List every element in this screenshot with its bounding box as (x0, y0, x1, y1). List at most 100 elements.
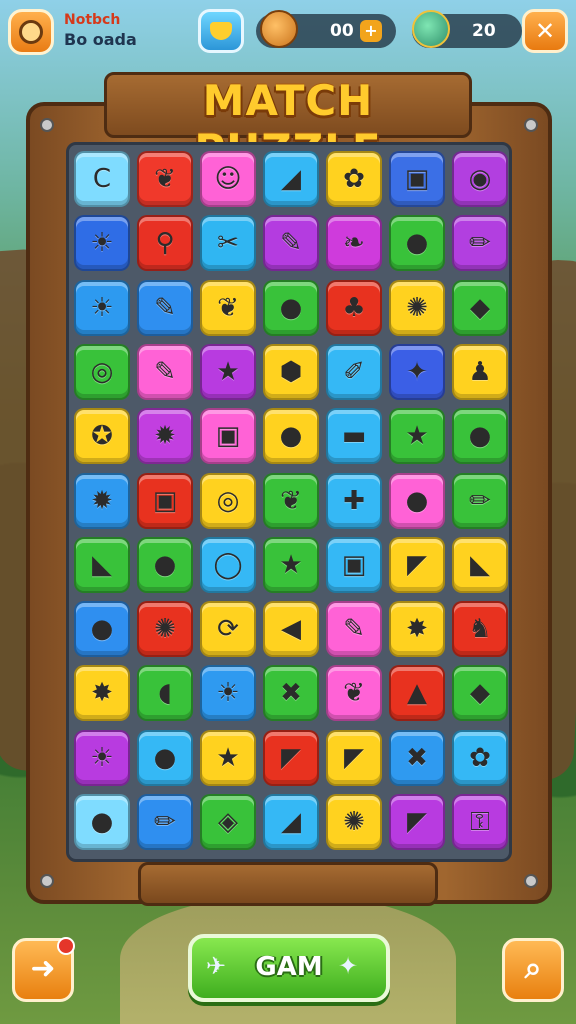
puzzle-tile[interactable]: ⬢ (263, 343, 319, 400)
puzzle-tile[interactable]: ● (74, 794, 130, 850)
puzzle-tile[interactable]: ◣ (74, 536, 130, 593)
game-button[interactable]: ✈ GAM ✦ (188, 934, 390, 1002)
puzzle-tile[interactable]: ◤ (263, 729, 319, 786)
puzzle-tile[interactable]: ⚲ (137, 215, 193, 272)
puzzle-tile[interactable]: ◢ (263, 794, 319, 850)
favorites-button[interactable] (198, 9, 244, 53)
puzzle-tile[interactable]: ◆ (452, 665, 508, 722)
puzzle-tile[interactable]: ◈ (200, 794, 256, 850)
puzzle-tile[interactable]: ✹ (74, 472, 130, 529)
puzzle-tile[interactable]: ✐ (326, 343, 382, 400)
puzzle-tile[interactable]: ◆ (452, 279, 508, 336)
puzzle-tile[interactable]: ▣ (200, 408, 256, 465)
puzzle-tile[interactable]: ❦ (326, 665, 382, 722)
puzzle-tile[interactable]: ✎ (137, 343, 193, 400)
puzzle-tile[interactable]: ✺ (137, 601, 193, 658)
badge-icon (19, 20, 43, 44)
bottom-plank (138, 862, 438, 906)
puzzle-tile[interactable]: ❧ (326, 215, 382, 272)
puzzle-tile[interactable]: ● (389, 472, 445, 529)
puzzle-tile[interactable]: ♣ (326, 279, 382, 336)
puzzle-tile[interactable]: ● (74, 601, 130, 658)
puzzle-tile[interactable]: ▣ (389, 151, 445, 207)
puzzle-tile[interactable]: ⟳ (200, 601, 256, 658)
puzzle-tile[interactable]: ● (389, 215, 445, 272)
puzzle-tile[interactable]: ★ (200, 729, 256, 786)
puzzle-tile[interactable]: ● (452, 408, 508, 465)
puzzle-tile[interactable]: ☀ (200, 665, 256, 722)
puzzle-tile[interactable]: C (74, 151, 130, 207)
link-icon: ⚲ (155, 228, 175, 259)
profile-badge-button[interactable] (8, 9, 54, 55)
puzzle-tile[interactable]: ☀ (74, 215, 130, 272)
puzzle-tile[interactable]: ✏ (137, 794, 193, 850)
puzzle-tile[interactable]: ♞ (452, 601, 508, 658)
notification-dot (57, 937, 75, 955)
add-coins-button[interactable]: + (360, 20, 382, 42)
robot-icon: ▣ (404, 164, 430, 194)
puzzle-tile[interactable]: ✿ (452, 729, 508, 786)
puzzle-tile[interactable]: ★ (200, 343, 256, 400)
puzzle-tile[interactable]: ◤ (389, 794, 445, 850)
puzzle-tile[interactable]: ✿ (326, 151, 382, 207)
puzzle-tile[interactable]: ☺ (200, 151, 256, 207)
puzzle-tile[interactable]: ◯ (200, 536, 256, 593)
puzzle-tile[interactable]: ☀ (74, 279, 130, 336)
puzzle-tile[interactable]: ✎ (137, 279, 193, 336)
back-button[interactable]: ➜ (12, 937, 75, 1002)
puzzle-tile[interactable]: ✺ (326, 794, 382, 850)
puzzle-tile[interactable]: ✪ (74, 408, 130, 465)
puzzle-tile[interactable]: ❦ (200, 279, 256, 336)
puzzle-tile[interactable]: ✂ (200, 215, 256, 272)
drop-icon: ● (279, 421, 303, 452)
puzzle-tile[interactable]: ❦ (137, 151, 193, 207)
puzzle-tile[interactable]: ✚ (326, 472, 382, 529)
drop-icon: ● (405, 228, 429, 259)
puzzle-tile[interactable]: ● (137, 729, 193, 786)
close-button[interactable]: ✕ (522, 9, 568, 53)
star-icon: ★ (216, 356, 240, 387)
puzzle-tile[interactable]: ★ (389, 408, 445, 465)
puzzle-tile[interactable]: ★ (263, 536, 319, 593)
puzzle-tile[interactable]: ▣ (137, 472, 193, 529)
star-icon: ★ (405, 421, 429, 452)
puzzle-tile[interactable]: ▬ (326, 408, 382, 465)
cross-icon: ✖ (406, 742, 428, 773)
puzzle-tile[interactable]: ◖ (137, 665, 193, 722)
puzzle-tile[interactable]: ✏ (452, 215, 508, 272)
puzzle-tile[interactable]: ✸ (389, 601, 445, 658)
fin-icon: ◀ (281, 614, 301, 645)
puzzle-tile[interactable]: ❦ (263, 472, 319, 529)
puzzle-tile[interactable]: ⚿ (452, 794, 508, 850)
puzzle-tile[interactable]: ✺ (389, 279, 445, 336)
puzzle-tile[interactable]: ● (263, 408, 319, 465)
puzzle-tile[interactable]: ✹ (137, 408, 193, 465)
puzzle-tile[interactable]: ☀ (74, 729, 130, 786)
puzzle-tile[interactable]: ✎ (326, 601, 382, 658)
puzzle-tile[interactable]: ◉ (452, 151, 508, 207)
pencil-icon: ✏ (469, 228, 491, 259)
puzzle-tile[interactable]: ✖ (389, 729, 445, 786)
puzzle-tile[interactable]: ◢ (263, 151, 319, 207)
puzzle-tile[interactable]: ◀ (263, 601, 319, 658)
puzzle-tile[interactable]: ◤ (389, 536, 445, 593)
puzzle-tile[interactable]: ♟ (452, 343, 508, 400)
puzzle-tile[interactable]: ✖ (263, 665, 319, 722)
heart-icon (210, 22, 232, 40)
puzzle-tile[interactable]: ▲ (389, 665, 445, 722)
figure-icon: ♟ (468, 356, 492, 387)
puzzle-tile[interactable]: ✎ (263, 215, 319, 272)
puzzle-tile[interactable]: ● (263, 279, 319, 336)
puzzle-tile[interactable]: ◣ (452, 536, 508, 593)
puzzle-tile[interactable]: ◤ (326, 729, 382, 786)
flower-icon: ✺ (406, 292, 428, 323)
puzzle-tile[interactable]: ◎ (74, 343, 130, 400)
key-icon: ⚿ (470, 807, 490, 837)
puzzle-tile[interactable]: ▣ (326, 536, 382, 593)
puzzle-tile[interactable]: ✸ (74, 665, 130, 722)
puzzle-tile[interactable]: ✦ (389, 343, 445, 400)
search-button[interactable]: ⌕ (502, 938, 564, 1002)
puzzle-tile[interactable]: ✏ (452, 472, 508, 529)
puzzle-tile[interactable]: ◎ (200, 472, 256, 529)
puzzle-tile[interactable]: ● (137, 536, 193, 593)
